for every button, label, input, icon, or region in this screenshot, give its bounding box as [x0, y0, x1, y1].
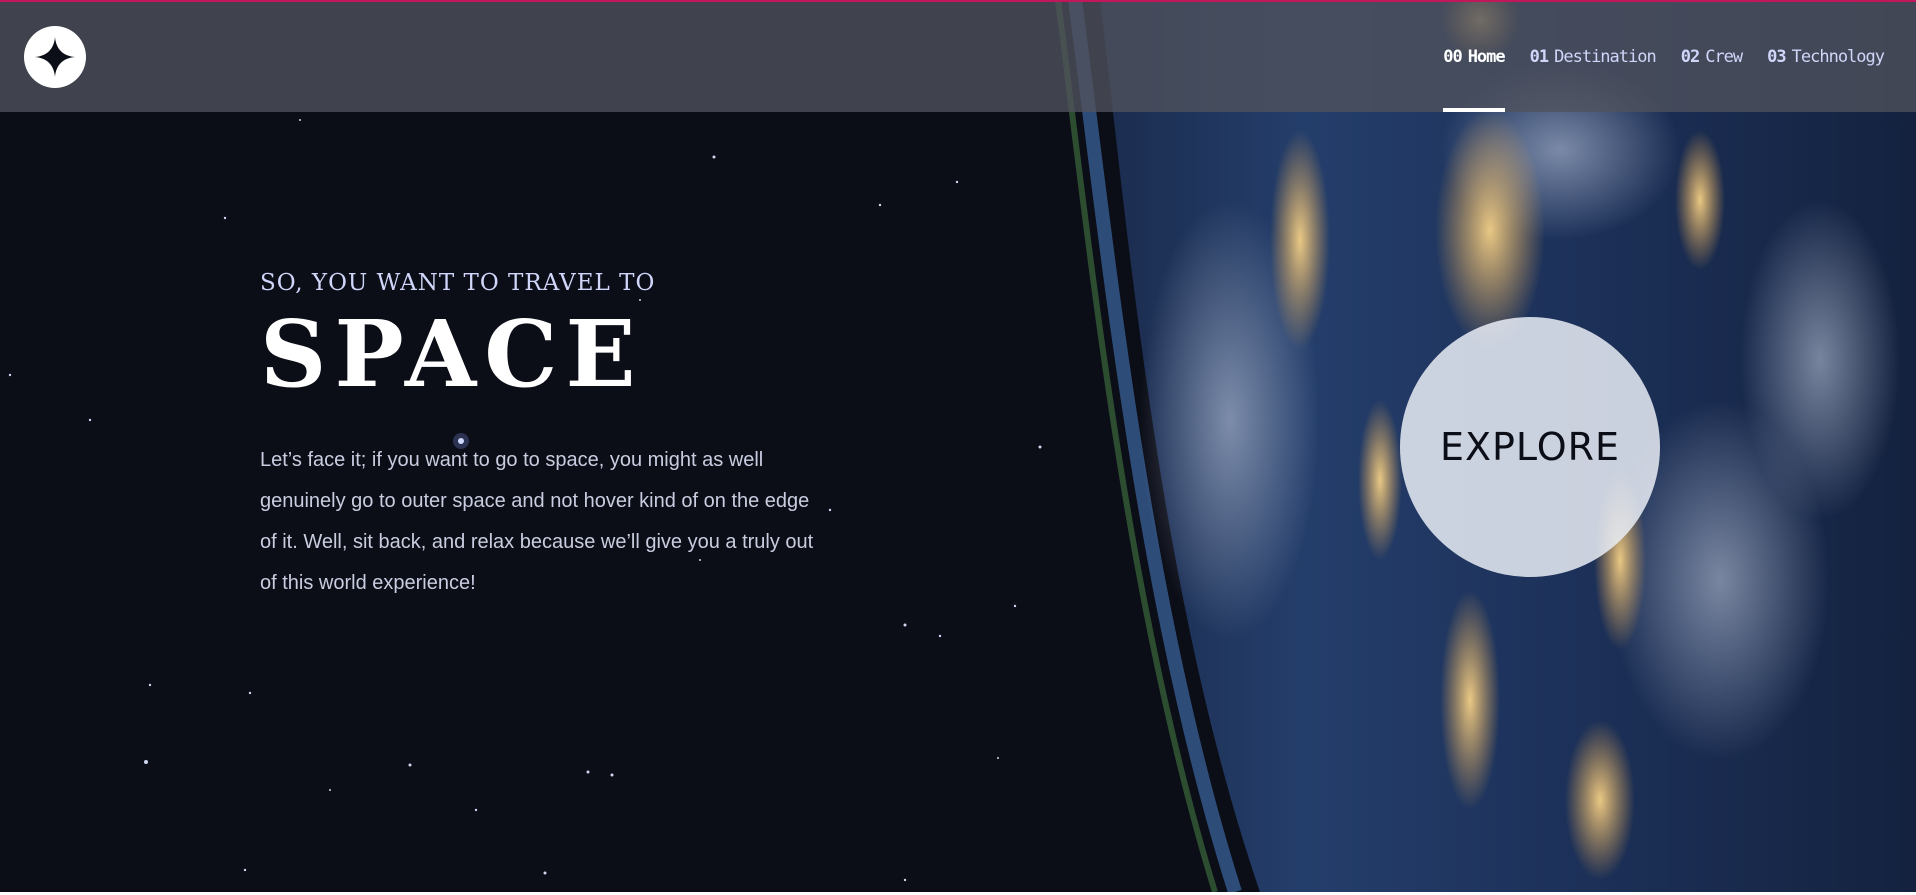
- nav-number: 00: [1443, 47, 1463, 67]
- main-nav: 00 Home 01 Destination 02 Crew 03 Techno…: [1418, 2, 1885, 112]
- hero-eyebrow: SO, YOU WANT TO TRAVEL TO: [260, 270, 656, 296]
- hero-title: SPACE: [260, 300, 644, 408]
- hero-description: Let’s face it; if you want to go to spac…: [260, 449, 814, 594]
- explore-label: EXPLORE: [1439, 425, 1621, 469]
- nav-item-crew[interactable]: 02 Crew: [1680, 2, 1743, 112]
- explore-button[interactable]: EXPLORE: [1400, 317, 1660, 577]
- nav-number: 02: [1680, 47, 1701, 67]
- nav-label: Crew: [1705, 47, 1743, 67]
- site-header: 00 Home 01 Destination 02 Crew 03 Techno…: [0, 2, 1916, 112]
- page: 00 Home 01 Destination 02 Crew 03 Techno…: [0, 0, 1916, 892]
- nav-label: Technology: [1791, 47, 1885, 67]
- nav-number: 03: [1767, 47, 1787, 67]
- nav-label: Destination: [1554, 47, 1657, 67]
- nav-number: 01: [1529, 47, 1550, 67]
- nav-item-destination[interactable]: 01 Destination: [1529, 2, 1657, 112]
- top-accent-line: [0, 0, 1916, 2]
- hero-section: SO, YOU WANT TO TRAVEL TO SPACE Let’s fa…: [260, 270, 840, 604]
- nav-item-technology[interactable]: 03 Technology: [1767, 2, 1885, 112]
- nav-item-home[interactable]: 00 Home: [1443, 2, 1506, 112]
- star-logo-icon[interactable]: [24, 26, 86, 88]
- nav-label: Home: [1467, 47, 1506, 67]
